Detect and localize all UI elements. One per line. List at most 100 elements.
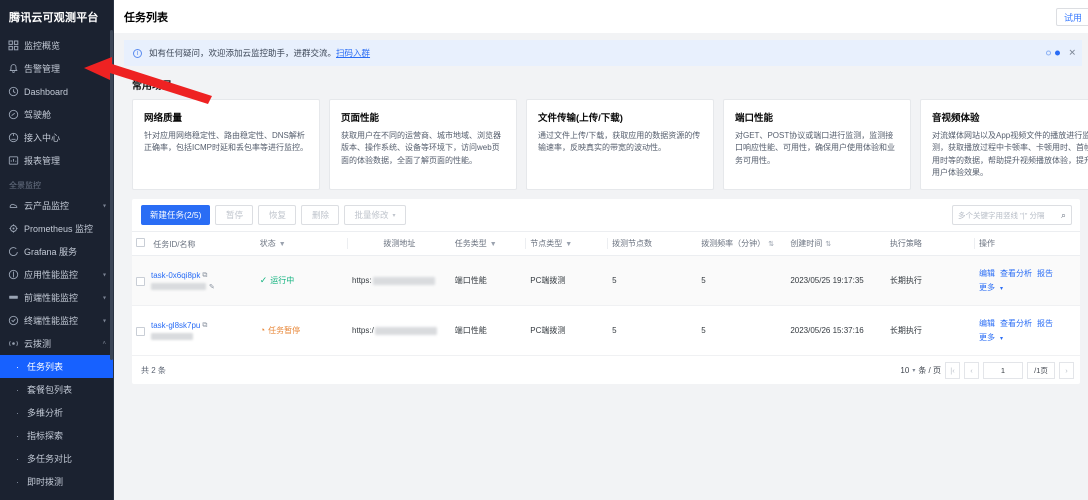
sidebar-item-access-center[interactable]: 接入中心 [0, 126, 113, 149]
table-header-status[interactable]: 状态 ▼ [255, 231, 349, 256]
table-row: task-0x6qi8pk ⧉ ✎ ✓ 运行中 https: 端口性能 PC端拨… [132, 255, 1080, 306]
copy-icon[interactable]: ⧉ [202, 322, 207, 330]
sidebar-item-apm[interactable]: 应用性能监控 ▾ [0, 263, 113, 286]
batch-edit-button[interactable]: 批量修改 ▾ [344, 205, 406, 225]
cell-node-type: PC端拨测 [526, 255, 609, 306]
sidebar-item-cloud-dial-test[interactable]: 云拨测 ˄ [0, 332, 113, 355]
trial-button[interactable]: 试用 [1055, 8, 1088, 26]
header-label: 拨测地址 [383, 239, 416, 248]
task-id-link[interactable]: task-0x6qi8pk [151, 271, 200, 280]
filter-icon[interactable]: ▼ [565, 241, 572, 248]
pause-button[interactable]: 暂停 [215, 205, 254, 225]
table-header-policy: 执行策略 [885, 231, 976, 256]
close-icon[interactable]: ✕ [1068, 48, 1076, 59]
more-dropdown[interactable]: 更多 ▾ [979, 331, 1076, 345]
prometheus-icon [8, 223, 19, 234]
scene-card[interactable]: 网络质量 针对应用网络稳定性、路由稳定性、DNS解析正确率，包括ICMP时延和丢… [132, 99, 320, 190]
sort-icon[interactable]: ⇅ [768, 241, 774, 248]
status-badge: ◔ 任务暂停 [260, 325, 344, 336]
first-page-button[interactable]: |‹ [945, 361, 960, 379]
more-dropdown[interactable]: 更多 ▾ [979, 281, 1076, 295]
sidebar-item-device-monitor[interactable]: 终端性能监控 ▾ [0, 309, 113, 332]
sidebar-subitem-package-list[interactable]: · 套餐包列表 [0, 378, 113, 401]
cell-node-type: PC端拨测 [526, 305, 609, 356]
sidebar-item-monitor-overview[interactable]: 监控概览 [0, 34, 113, 57]
filter-icon[interactable]: ▼ [279, 241, 286, 248]
task-table-card: 新建任务(2/5) 暂停 恢复 删除 批量修改▾ ⌕ [132, 199, 1080, 384]
table-pager: 共 2 条 10 ▾ 条 / 页 |‹ ‹ 1 /1页 › [132, 356, 1080, 384]
edit-pencil-icon[interactable]: ✎ [209, 283, 215, 291]
scene-card-desc: 对流媒体网站以及App视频文件的播放进行监测，获取播放过程中卡顿率、卡顿用时、首… [932, 131, 1088, 178]
sidebar-item-cockpit[interactable]: 驾驶舱 [0, 103, 113, 126]
sidebar-subitem-task-list[interactable]: · 任务列表 [0, 355, 113, 378]
table-header-created[interactable]: 创建时间 ⇅ [786, 231, 886, 256]
sidebar-item-label: 驾驶舱 [24, 110, 52, 120]
cell-dial-url: https: [348, 255, 451, 306]
page-size-select[interactable]: 10 ▾ 条 / 页 [900, 365, 941, 376]
sidebar-item-alarm-management[interactable]: 告警管理 [0, 57, 113, 80]
grafana-icon [8, 246, 19, 257]
sidebar-item-rum[interactable]: 前端性能监控 ▾ [0, 286, 113, 309]
sidebar-item-dashboard[interactable]: Dashboard [0, 80, 113, 103]
sidebar-item-cloud-product-monitor[interactable]: 云产品监控 ▾ [0, 194, 113, 217]
task-id-link-wrap[interactable]: task-gl8sk7pu ⧉ [151, 321, 252, 330]
table-toolbar: 新建任务(2/5) 暂停 恢复 删除 批量修改▾ ⌕ [132, 199, 1080, 231]
sidebar-subitem-multi-dim-analysis[interactable]: · 多维分析 [0, 401, 113, 424]
carousel-dot[interactable] [1046, 50, 1051, 56]
scene-card[interactable]: 文件传输(上传/下载) 通过文件上传/下载，获取应用的数据资源的传输速率，反映真… [526, 99, 714, 190]
table-header-node-type[interactable]: 节点类型 ▼ [526, 231, 609, 256]
scene-card[interactable]: 页面性能 获取用户在不同的运营商、城市地域、浏览器版本、操作系统、设备等环境下，… [329, 99, 517, 190]
scene-card[interactable]: 端口性能 对GET、POST协议或端口进行监测，监测接口响应性能、可用性，确保用… [723, 99, 911, 190]
cell-task-id: task-0x6qi8pk ⧉ ✎ [132, 255, 256, 306]
sidebar-item-prometheus[interactable]: Prometheus 监控 [0, 217, 113, 240]
next-page-button[interactable]: › [1059, 361, 1074, 379]
chevron-down-icon[interactable]: ▾ [1000, 286, 1003, 292]
search-icon[interactable]: ⌕ [1061, 210, 1066, 221]
banner-link[interactable]: 扫码入群 [336, 48, 370, 58]
more-link[interactable]: 更多 [979, 283, 995, 292]
task-name-redacted [151, 333, 193, 340]
scene-card-list: 网络质量 针对应用网络稳定性、路由稳定性、DNS解析正确率，包括ICMP时延和丢… [124, 99, 1088, 190]
chevron-down-icon[interactable]: ▾ [1000, 336, 1003, 342]
sidebar-item-grafana[interactable]: Grafana 服务 [0, 240, 113, 263]
carousel-dot-active[interactable] [1055, 50, 1060, 56]
sidebar-subitem-multi-task-compare[interactable]: · 多任务对比 [0, 447, 113, 470]
report-link[interactable]: 报告 [1037, 319, 1053, 328]
filter-icon[interactable]: ▼ [490, 241, 497, 248]
create-task-button[interactable]: 新建任务(2/5) [141, 205, 211, 225]
select-all-checkbox[interactable] [136, 237, 145, 247]
scene-card-title: 端口性能 [735, 113, 774, 124]
more-link[interactable]: 更多 [979, 333, 995, 342]
table-header-frequency[interactable]: 拨测频率（分钟） ⇅ [697, 231, 787, 256]
current-page-input[interactable]: 1 [983, 361, 1023, 379]
row-actions: 编辑 查看分析 报告 更多 ▾ [979, 267, 1076, 294]
delete-button[interactable]: 删除 [301, 205, 340, 225]
sidebar-item-report-management[interactable]: 报表管理 [0, 149, 113, 172]
sidebar-subitem-instant-dial[interactable]: · 即时拨测 [0, 470, 113, 493]
copy-icon[interactable]: ⧉ [202, 272, 207, 280]
resume-button[interactable]: 恢复 [258, 205, 297, 225]
sidebar-subitem-label: 套餐包列表 [27, 385, 73, 395]
search-box[interactable]: ⌕ [952, 205, 1072, 225]
sidebar-subitem-metric-explore[interactable]: · 指标探索 [0, 424, 113, 447]
edit-link[interactable]: 编辑 [979, 319, 995, 328]
row-checkbox[interactable] [136, 277, 145, 286]
cell-task-id: task-gl8sk7pu ⧉ [132, 305, 256, 356]
search-input[interactable] [958, 210, 1059, 220]
sort-icon[interactable]: ⇅ [825, 241, 831, 248]
prev-page-button[interactable]: ‹ [964, 361, 979, 379]
report-link[interactable]: 报告 [1037, 269, 1053, 278]
task-id-link-wrap[interactable]: task-0x6qi8pk ⧉ [151, 271, 252, 280]
row-checkbox[interactable] [136, 327, 145, 336]
scene-card[interactable]: 音视频体验 对流媒体网站以及App视频文件的播放进行监测，获取播放过程中卡顿率、… [920, 99, 1088, 190]
view-analysis-link[interactable]: 查看分析 [1000, 269, 1032, 278]
plug-icon [8, 132, 19, 143]
chevron-down-icon[interactable]: ▾ [912, 367, 915, 374]
table-header-task-type[interactable]: 任务类型 ▼ [450, 231, 527, 256]
banner-carousel-dots[interactable] [1046, 50, 1060, 56]
row-actions: 编辑 查看分析 报告 更多 ▾ [979, 317, 1076, 344]
view-analysis-link[interactable]: 查看分析 [1000, 319, 1032, 328]
task-id-link[interactable]: task-gl8sk7pu [151, 321, 200, 330]
header-label: 节点类型 [530, 239, 563, 248]
edit-link[interactable]: 编辑 [979, 269, 995, 278]
